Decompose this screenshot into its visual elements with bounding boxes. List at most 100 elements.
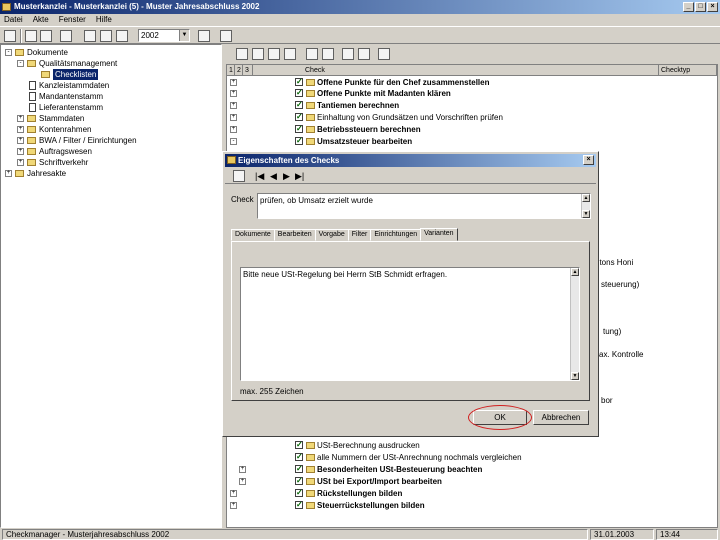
tree-item-mandantenstamm[interactable]: Mandantenstamm (29, 91, 103, 102)
edit-icon[interactable] (116, 30, 128, 42)
table-row[interactable]: + ✓ Betriebssteuern berechnen (227, 124, 717, 135)
expand-icon[interactable]: + (230, 114, 237, 121)
collapse-icon[interactable]: - (5, 49, 12, 56)
cut-icon[interactable] (268, 48, 280, 60)
checkbox-icon[interactable]: ✓ (295, 137, 303, 145)
checkbox-icon[interactable]: ✓ (295, 453, 303, 461)
col-2-header[interactable]: 2 (235, 65, 243, 76)
expand-icon[interactable]: + (17, 115, 24, 122)
tab-filter[interactable]: Filter (347, 229, 372, 241)
checkbox-icon[interactable]: ✓ (295, 489, 303, 497)
first-record-icon[interactable]: |◀ (255, 171, 264, 181)
col-3-header[interactable]: 3 (243, 65, 253, 76)
close-button[interactable]: × (707, 2, 718, 12)
checkbox-icon[interactable]: ✓ (295, 89, 303, 97)
table-row[interactable]: ✓ USt-Berechnung ausdrucken (227, 440, 717, 451)
menu-fenster[interactable]: Fenster (59, 14, 86, 26)
table-row[interactable]: ✓ alle Nummern der USt-Anrechnung nochmal… (227, 452, 717, 463)
back-icon[interactable] (4, 30, 16, 42)
expand-icon[interactable]: + (5, 170, 12, 177)
print-icon[interactable] (236, 48, 248, 60)
checkbox-icon[interactable]: ✓ (295, 101, 303, 109)
tree-item-lieferantenstamm[interactable]: Lieferantenstamm (29, 102, 103, 113)
checkbox-icon[interactable]: ✓ (295, 477, 303, 485)
tree-item-kontenrahmen[interactable]: + Kontenrahmen (17, 124, 91, 135)
tab-vorgabe[interactable]: Vorgabe (314, 229, 349, 241)
save-icon[interactable] (60, 30, 72, 42)
expand-icon[interactable]: + (230, 90, 237, 97)
col-check-header[interactable]: Check (303, 65, 659, 76)
expand-icon[interactable]: + (230, 79, 237, 86)
menu-hilfe[interactable]: Hilfe (96, 14, 112, 26)
new-icon[interactable] (25, 30, 37, 42)
checkbox-icon[interactable]: ✓ (295, 501, 303, 509)
expand-icon[interactable]: + (230, 502, 237, 509)
expand-icon[interactable]: + (230, 102, 237, 109)
checkbox-icon[interactable]: ✓ (295, 78, 303, 86)
tree-item-qualitaetsmanagement[interactable]: - Qualitätsmanagement (17, 58, 117, 69)
tab-einrichtungen[interactable]: Einrichtungen (370, 229, 422, 241)
prev-record-icon[interactable]: ◀ (270, 171, 277, 181)
save-icon[interactable] (233, 170, 245, 182)
expand-icon[interactable]: + (239, 466, 246, 473)
properties-icon[interactable] (342, 48, 354, 60)
table-row[interactable]: + ✓ Offene Punkte für den Chef zusammenste… (227, 77, 717, 88)
menu-datei[interactable]: Datei (4, 14, 23, 26)
check-text-scrollbar[interactable]: ▲ ▼ (581, 194, 590, 218)
tab-bearbeiten[interactable]: Bearbeiten (273, 229, 316, 241)
table-row[interactable]: + ✓ Rückstellungen bilden (227, 488, 717, 499)
expand-icon[interactable]: + (239, 478, 246, 485)
col-1-header[interactable]: 1 (227, 65, 235, 76)
tree-item-dokumente[interactable]: - Dokumente (5, 47, 68, 58)
expand-icon[interactable]: + (230, 126, 237, 133)
table-row[interactable]: + ✓ USt bei Export/Import bearbeiten (227, 476, 717, 487)
delete-icon[interactable] (306, 48, 318, 60)
checkbox-icon[interactable]: ✓ (295, 125, 303, 133)
expand-icon[interactable]: + (230, 490, 237, 497)
collapse-icon[interactable]: - (17, 60, 24, 67)
year-select[interactable]: 2002 ▼ (138, 29, 190, 42)
table-row[interactable]: - ✓ Umsatzsteuer bearbeiten (227, 136, 717, 147)
tree-item-stammdaten[interactable]: + Stammdaten (17, 113, 84, 124)
collapse-icon[interactable]: - (230, 138, 237, 145)
tree-item-bwa-filter[interactable]: + BWA / Filter / Einrichtungen (17, 135, 137, 146)
save-icon[interactable] (252, 48, 264, 60)
next-record-icon[interactable]: ▶ (283, 171, 290, 181)
tree-item-kanzleistammdaten[interactable]: Kanzleistammdaten (29, 80, 109, 91)
tree-item-schriftverkehr[interactable]: + Schriftverkehr (17, 157, 88, 168)
table-row[interactable]: + ✓ Einhaltung von Grundsätzen und Vorschr… (227, 112, 717, 123)
expand-icon[interactable]: + (17, 148, 24, 155)
table-row[interactable]: + ✓ Offene Punkte mit Madanten klären (227, 88, 717, 99)
dialog-close-button[interactable]: × (583, 155, 594, 165)
last-record-icon[interactable]: ▶| (295, 171, 304, 181)
cancel-button[interactable]: Abbrechen (533, 410, 589, 425)
minimize-button[interactable]: _ (683, 2, 694, 12)
tree-item-auftragswesen[interactable]: + Auftragswesen (17, 146, 92, 157)
tree-item-jahresakte[interactable]: + Jahresakte (5, 168, 66, 179)
tools-icon[interactable] (198, 30, 210, 42)
checkbox-icon[interactable]: ✓ (295, 465, 303, 473)
copy-icon[interactable] (284, 48, 296, 60)
table-row[interactable]: + ✓ Steuerrückstellungen bilden (227, 500, 717, 511)
tab-dokumente[interactable]: Dokumente (231, 229, 275, 241)
paste-icon[interactable] (322, 48, 334, 60)
expand-icon[interactable]: + (17, 159, 24, 166)
export-icon[interactable] (378, 48, 390, 60)
note-scrollbar[interactable]: ▲ ▼ (570, 268, 579, 380)
open-icon[interactable] (40, 30, 52, 42)
col-checktyp-header[interactable]: Checktyp (659, 65, 717, 76)
menu-akte[interactable]: Akte (33, 14, 49, 26)
note-textarea[interactable]: Bitte neue USt-Regelung bei Herrn StB Sc… (240, 267, 580, 381)
preview-icon[interactable] (100, 30, 112, 42)
expand-icon[interactable]: + (17, 137, 24, 144)
expand-icon[interactable]: + (17, 126, 24, 133)
print-icon[interactable] (84, 30, 96, 42)
check-text-field[interactable]: prüfen, ob Umsatz erzielt wurde ▲ ▼ (257, 193, 591, 219)
maximize-button[interactable]: □ (695, 2, 706, 12)
table-row[interactable]: + ✓ Tantiemen berechnen (227, 100, 717, 111)
checkbox-icon[interactable]: ✓ (295, 113, 303, 121)
checkbox-icon[interactable]: ✓ (295, 441, 303, 449)
user-icon[interactable] (220, 30, 232, 42)
tree-item-checklisten[interactable]: Checklisten (41, 69, 99, 80)
table-row[interactable]: + ✓ Besonderheiten USt-Besteuerung beachte… (227, 464, 717, 475)
